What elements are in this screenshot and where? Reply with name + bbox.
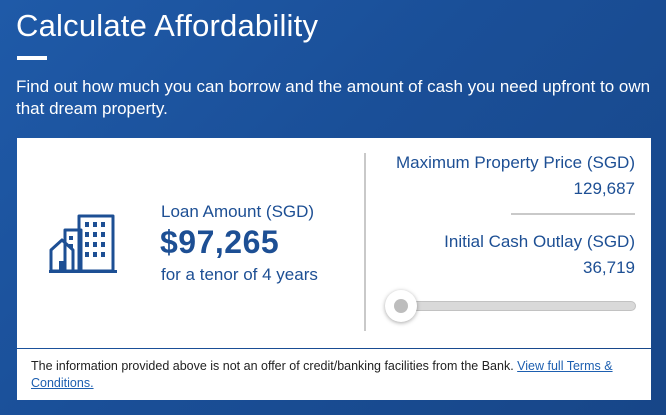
calculator-card: Loan Amount (SGD) $97,265 for a tenor of… xyxy=(17,138,651,348)
loan-tenor-text: for a tenor of 4 years xyxy=(161,265,318,284)
building-icon xyxy=(49,214,117,273)
max-property-price-label: Maximum Property Price (SGD) xyxy=(396,153,635,172)
initial-cash-outlay-value: 36,719 xyxy=(583,258,635,277)
intro-text: Find out how much you can borrow and the… xyxy=(16,77,651,118)
page-title: Calculate Affordability xyxy=(16,8,319,43)
loan-amount-label: Loan Amount (SGD) xyxy=(161,202,315,221)
loan-amount-value: $97,265 xyxy=(160,224,280,260)
max-property-price-value: 129,687 xyxy=(573,179,635,198)
title-underline xyxy=(17,56,47,60)
disclaimer-box: The information provided above is not an… xyxy=(17,349,651,400)
slider-thumb[interactable] xyxy=(385,290,417,322)
vertical-divider xyxy=(364,153,366,331)
disclaimer-text: The information provided above is not an… xyxy=(31,359,518,373)
horizontal-divider xyxy=(511,213,635,215)
initial-cash-outlay-label: Initial Cash Outlay (SGD) xyxy=(444,232,635,251)
slider-track[interactable] xyxy=(390,301,636,311)
